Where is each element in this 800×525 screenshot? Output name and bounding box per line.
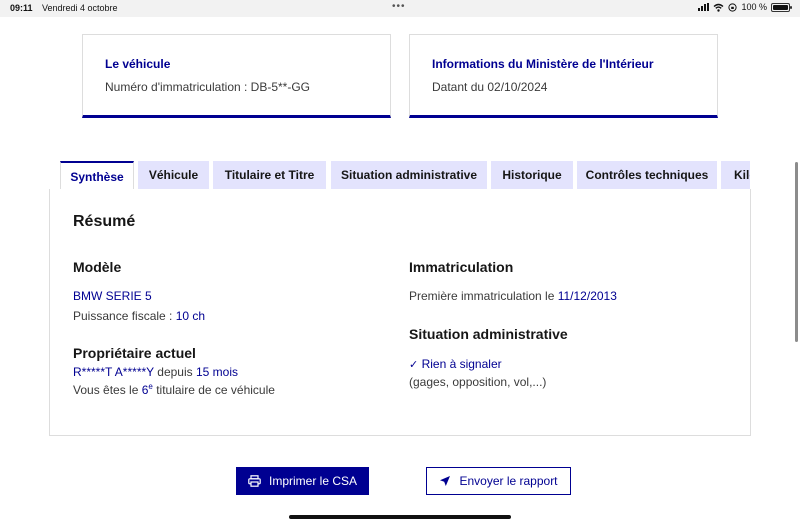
tab-titulaire-titre[interactable]: Titulaire et Titre [213, 161, 326, 189]
fiscal-power: Puissance fiscale : 10 ch [73, 309, 205, 323]
ministry-card-title: Informations du Ministère de l'Intérieur [432, 57, 654, 71]
owner-rank-prefix: Vous êtes le [73, 383, 142, 397]
fiscal-power-value: 10 ch [175, 309, 206, 323]
vehicle-card-title: Le véhicule [105, 57, 171, 71]
admin-status: ✓ Rien à signaler [409, 357, 502, 371]
first-registration-date: 11/12/2013 [557, 289, 617, 303]
scrollbar[interactable] [795, 162, 798, 342]
admin-status-detail: (gages, opposition, vol,...) [409, 375, 547, 389]
tab-vehicule[interactable]: Véhicule [138, 161, 209, 189]
first-registration-label: Première immatriculation le [409, 289, 558, 303]
synthese-panel: Résumé Modèle BMW SERIE 5 Puissance fisc… [49, 189, 751, 436]
owner-heading: Propriétaire actuel [73, 345, 196, 361]
tab-controles-techniques[interactable]: Contrôles techniques [577, 161, 717, 189]
fiscal-power-label: Puissance fiscale : [73, 309, 176, 323]
wifi-icon [714, 3, 724, 12]
status-indicators: 100 % [698, 2, 792, 12]
registration-heading: Immatriculation [409, 259, 514, 275]
ministry-card: Informations du Ministère de l'Intérieur… [409, 34, 718, 118]
admin-status-text: Rien à signaler [421, 357, 502, 371]
multitasking-dots-icon[interactable]: ••• [392, 1, 406, 12]
resume-heading: Résumé [73, 213, 136, 230]
battery-percent: 100 % [741, 2, 767, 12]
cellular-signal-icon [698, 3, 710, 11]
model-name: BMW SERIE 5 [73, 289, 152, 303]
tab-kilometrage[interactable]: Kilo [721, 161, 750, 189]
status-date: Vendredi 4 octobre [42, 3, 118, 13]
ministry-card-text: Datant du 02/10/2024 [432, 80, 548, 94]
admin-situation-heading: Situation administrative [409, 326, 568, 342]
owner-since-label: depuis [153, 365, 196, 379]
checkmark-icon: ✓ [409, 359, 419, 371]
home-indicator[interactable] [289, 515, 511, 519]
print-csa-button[interactable]: Imprimer le CSA [236, 467, 369, 495]
vehicle-card: Le véhicule Numéro d'immatriculation : D… [82, 34, 391, 118]
tab-situation-administrative[interactable]: Situation administrative [331, 161, 487, 189]
owner-since-value: 15 mois [195, 365, 239, 379]
first-registration: Première immatriculation le 11/12/2013 [409, 289, 617, 303]
owner-line: R*****T A*****Y depuis 15 mois [73, 365, 238, 379]
tab-bar: Synthèse Véhicule Titulaire et Titre Sit… [60, 161, 750, 189]
print-csa-label: Imprimer le CSA [268, 474, 357, 488]
orientation-lock-icon [728, 2, 738, 12]
status-bar: 09:11 Vendredi 4 octobre ••• 100 % [0, 0, 800, 17]
send-report-label: Envoyer le rapport [459, 474, 558, 488]
tab-historique[interactable]: Historique [491, 161, 573, 189]
owner-rank: Vous êtes le 6e titulaire de ce véhicule [73, 382, 275, 397]
model-heading: Modèle [73, 259, 122, 275]
status-time: 09:11 [10, 3, 33, 13]
printer-icon [248, 475, 261, 487]
owner-name: R*****T A*****Y [73, 365, 154, 379]
send-report-button[interactable]: Envoyer le rapport [426, 467, 571, 495]
owner-rank-suffix: titulaire de ce véhicule [152, 383, 275, 397]
tab-synthese[interactable]: Synthèse [60, 161, 134, 189]
send-arrow-icon [440, 476, 451, 486]
vehicle-card-text: Numéro d'immatriculation : DB-5**-GG [105, 80, 311, 94]
battery-icon [771, 2, 792, 12]
